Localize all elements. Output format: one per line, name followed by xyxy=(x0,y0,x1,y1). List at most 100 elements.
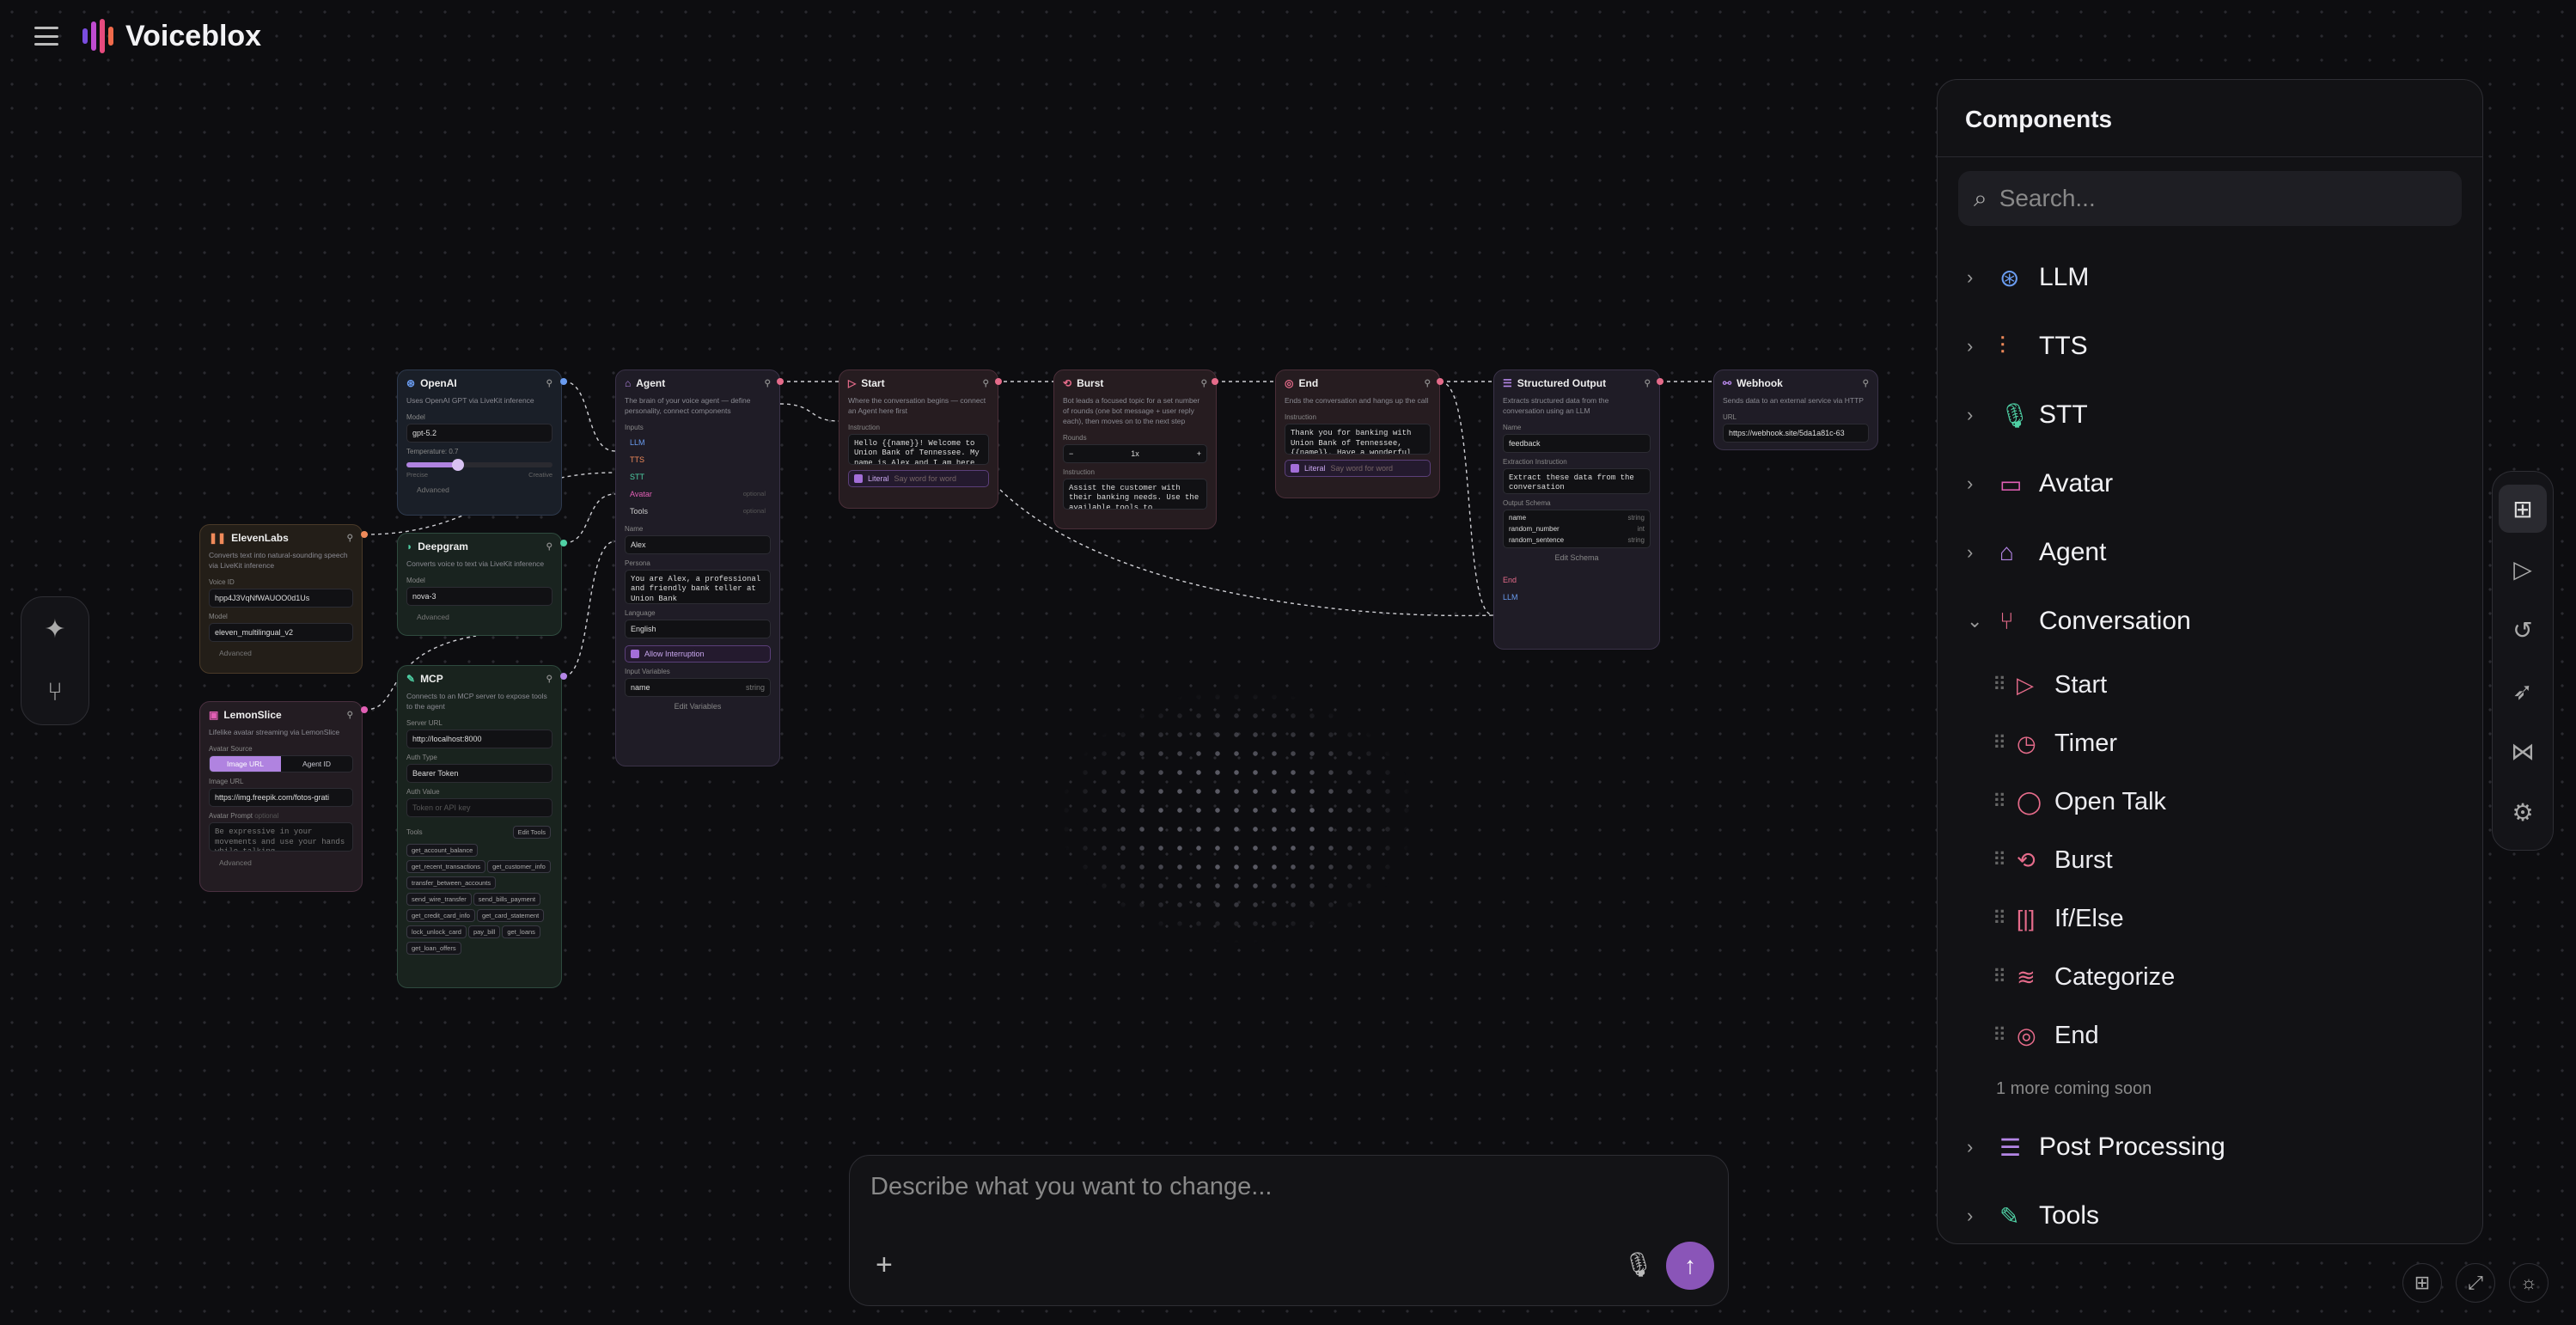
allow-interruption-checkbox[interactable]: Allow Interruption xyxy=(625,644,771,662)
minus-icon[interactable]: − xyxy=(1069,449,1073,458)
literal-checkbox[interactable]: Literal Say word for word xyxy=(1285,459,1431,477)
agent-input-avatar[interactable]: Avatar optional xyxy=(625,485,771,503)
category-post-processing[interactable]: › ☰ Post Processing xyxy=(1967,1113,2482,1182)
add-attachment-button[interactable]: + xyxy=(876,1249,893,1282)
agent-input-llm[interactable]: LLM xyxy=(625,434,771,451)
auth-type-select[interactable]: Bearer Token xyxy=(406,763,552,783)
temperature-slider[interactable] xyxy=(406,458,552,471)
advanced-toggle[interactable]: Advanced xyxy=(406,485,552,494)
component-open-talk[interactable]: ⠿ ◯ Open Talk xyxy=(1967,772,2482,831)
component-if-else[interactable]: ⠿ [|] If/Else xyxy=(1967,889,2482,948)
webhook-url-input[interactable]: https://webhook.site/5da1a81c-63 xyxy=(1723,423,1869,443)
instruction-input[interactable]: Hello {{name}}! Welcome to Union Bank of… xyxy=(848,433,989,465)
output-schema-table[interactable]: name string random_number int random_sentenc… xyxy=(1503,509,1651,548)
node-openai[interactable]: ⊛ OpenAI ⚲ Uses OpenAI GPT via LiveKit inf… xyxy=(397,369,562,516)
start-output-port[interactable] xyxy=(995,378,1002,385)
instruction-input[interactable]: Thank you for banking with Union Bank of… xyxy=(1285,423,1431,455)
component-categorize[interactable]: ⠿ ≋ Categorize xyxy=(1967,948,2482,1006)
tool-chip[interactable]: get_account_balance xyxy=(406,843,479,857)
category-avatar[interactable]: › ▭ Avatar xyxy=(1967,449,2482,518)
agent-name-input[interactable]: Alex xyxy=(625,534,771,554)
pin-icon[interactable]: ⚲ xyxy=(1863,379,1869,388)
pin-icon[interactable]: ⚲ xyxy=(1201,379,1207,388)
tool-chip[interactable]: pay_bill xyxy=(467,925,501,938)
category-stt[interactable]: › 🎙 STT xyxy=(1967,381,2482,449)
openai-output-port[interactable] xyxy=(560,378,567,385)
pin-icon[interactable]: ⚲ xyxy=(546,675,552,684)
microphone-icon[interactable]: 🎙 xyxy=(1623,1250,1654,1279)
end-output-port[interactable] xyxy=(1437,378,1444,385)
avatar-prompt-input[interactable]: Be expressive in your movements and use … xyxy=(209,821,353,852)
agent-input-stt[interactable]: STT xyxy=(625,468,771,485)
agent-id-option[interactable]: Agent ID xyxy=(281,756,352,772)
tool-chip[interactable]: get_card_statement xyxy=(476,908,545,922)
component-burst[interactable]: ⠿ ⟲ Burst xyxy=(1967,831,2482,889)
edit-tools-button[interactable]: Edit Tools xyxy=(512,825,551,839)
agent-input-tools[interactable]: Tools optional xyxy=(625,503,771,520)
node-mcp[interactable]: ✎ MCP ⚲ Connects to an MCP server to expos… xyxy=(397,665,562,988)
category-tools[interactable]: › ✎ Tools xyxy=(1967,1182,2482,1250)
gear-icon[interactable]: ⚙ xyxy=(2499,789,2547,837)
advanced-toggle[interactable]: Advanced xyxy=(406,613,552,621)
model-select[interactable]: gpt-5.2 xyxy=(406,423,552,443)
deepgram-output-port[interactable] xyxy=(560,540,567,546)
literal-checkbox[interactable]: Literal Say word for word xyxy=(848,469,989,487)
model-select[interactable]: nova-3 xyxy=(406,586,552,606)
component-start[interactable]: ⠿ ▷ Start xyxy=(1967,656,2482,714)
node-start[interactable]: ▷ Start ⚲ Where the conversation begins — … xyxy=(839,369,998,509)
search-box[interactable]: ⌕ xyxy=(1958,171,2462,226)
output-name-input[interactable]: feedback xyxy=(1503,433,1651,453)
image-url-input[interactable]: https://img.freepik.com/fotos-grati xyxy=(209,787,353,807)
pin-icon[interactable]: ⚲ xyxy=(983,379,989,388)
pin-icon[interactable]: ⚲ xyxy=(1645,379,1651,388)
node-structured-output[interactable]: ☰ Structured Output ⚲ Extracts structured … xyxy=(1493,369,1660,650)
language-select[interactable]: English xyxy=(625,619,771,638)
send-button[interactable]: ↑ xyxy=(1666,1242,1714,1290)
tool-chip[interactable]: transfer_between_accounts xyxy=(406,876,497,889)
advanced-toggle[interactable]: Advanced xyxy=(209,649,353,657)
node-elevenlabs[interactable]: ❚❚ ElevenLabs ⚲ Converts text into natural… xyxy=(199,524,363,674)
lemonslice-output-port[interactable] xyxy=(361,706,368,713)
more-coming-note[interactable]: 1 more coming soon xyxy=(1967,1065,2482,1113)
voice-id-input[interactable]: hpp4J3VqNfWAUOO0d1Us xyxy=(209,588,353,608)
tool-chip[interactable]: get_customer_info xyxy=(487,859,551,873)
mcp-output-port[interactable] xyxy=(560,673,567,680)
drag-handle-icon[interactable]: ⠿ xyxy=(1993,966,2017,988)
node-webhook[interactable]: ⚯ Webhook ⚲ Sends data to an external serv… xyxy=(1713,369,1878,450)
chat-input[interactable] xyxy=(870,1173,1644,1224)
tool-chip[interactable]: get_loan_offers xyxy=(406,941,461,955)
pin-icon[interactable]: ⚲ xyxy=(1425,379,1431,388)
auth-value-input[interactable]: Token or API key xyxy=(406,797,552,817)
tool-chip[interactable]: lock_unlock_card xyxy=(406,925,467,938)
avatar-source-toggle[interactable]: Image URL Agent ID xyxy=(209,754,353,772)
rounds-stepper[interactable]: − 1x + xyxy=(1063,443,1207,463)
component-timer[interactable]: ⠿ ◷ Timer xyxy=(1967,714,2482,772)
tool-chip[interactable]: get_credit_card_info xyxy=(406,908,475,922)
node-burst[interactable]: ⟲ Burst ⚲ Bot leads a focused topic for a … xyxy=(1053,369,1217,529)
pin-icon[interactable]: ⚲ xyxy=(546,542,552,552)
agent-input-tts[interactable]: TTS xyxy=(625,451,771,468)
category-llm[interactable]: › ⊛ LLM xyxy=(1967,243,2482,312)
tool-chip[interactable]: send_wire_transfer xyxy=(406,892,472,906)
model-select[interactable]: eleven_multilingual_v2 xyxy=(209,622,353,642)
category-conversation[interactable]: ⌄ ⑂ Conversation xyxy=(1967,587,2482,656)
node-end[interactable]: ◎ End ⚲ Ends the conversation and hangs up… xyxy=(1275,369,1440,498)
variable-row[interactable]: name string xyxy=(625,677,771,697)
structured-output-port[interactable] xyxy=(1657,378,1663,385)
pin-icon[interactable]: ⚲ xyxy=(765,379,771,388)
advanced-toggle[interactable]: Advanced xyxy=(209,858,353,867)
pin-icon[interactable]: ⚲ xyxy=(546,379,552,388)
play-icon[interactable]: ▷ xyxy=(2499,546,2547,594)
drag-handle-icon[interactable]: ⠿ xyxy=(1993,674,2017,696)
tool-chip[interactable]: send_bills_payment xyxy=(473,892,541,906)
pin-icon[interactable]: ⚲ xyxy=(347,534,353,543)
persona-input[interactable]: You are Alex, a professional and friendl… xyxy=(625,569,771,604)
drag-handle-icon[interactable]: ⠿ xyxy=(1993,907,2017,930)
grid-icon[interactable]: ⊞ xyxy=(2499,485,2547,534)
theme-icon[interactable]: ☼ xyxy=(2509,1263,2549,1303)
tool-chip[interactable]: get_recent_transactions xyxy=(406,859,486,873)
category-tts[interactable]: › ⫶ TTS xyxy=(1967,312,2482,381)
pin-icon[interactable]: ⚲ xyxy=(347,711,353,720)
plus-icon[interactable]: + xyxy=(1197,449,1201,458)
elevenlabs-output-port[interactable] xyxy=(361,531,368,538)
